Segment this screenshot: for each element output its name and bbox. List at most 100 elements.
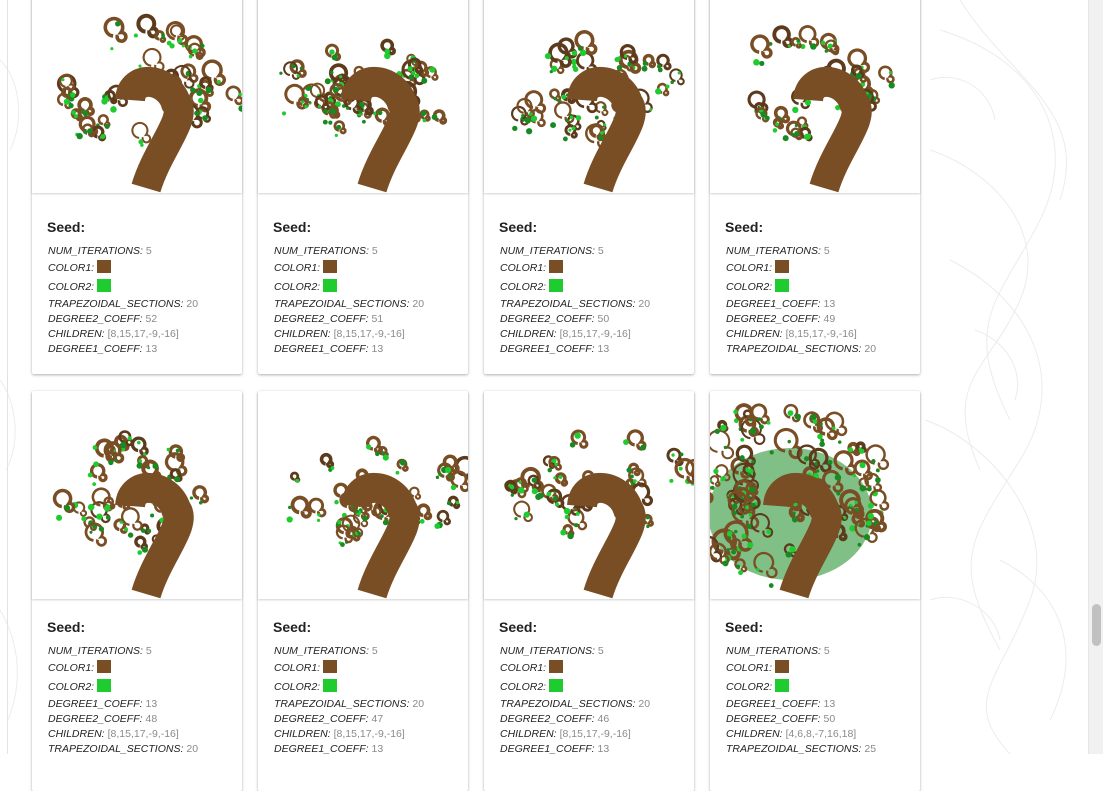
param-value: [8,15,17,-9,-16] [107, 728, 179, 740]
param-row: NUM_ITERATIONS: 5 [274, 644, 460, 659]
param-row: COLOR1: [726, 659, 912, 678]
param-name: DEGREE2_COEFF: [500, 713, 595, 725]
tree-image [32, 391, 242, 599]
param-row: COLOR2: [726, 278, 912, 297]
param-name: CHILDREN: [48, 728, 105, 740]
tree-image [484, 391, 694, 599]
param-name: CHILDREN: [274, 328, 331, 340]
color-swatch [775, 279, 790, 292]
tree-drawing [504, 429, 694, 599]
param-name: NUM_ITERATIONS: [274, 645, 369, 657]
param-name: COLOR1: [48, 662, 95, 674]
param-name: COLOR1: [726, 262, 773, 274]
param-value: 20 [638, 298, 651, 310]
tree-card: Seed: NUM_ITERATIONS: 5 COLOR1: COLOR2: TRAPE… [258, 391, 468, 791]
tree-drawing [747, 25, 895, 193]
param-value: [8,15,17,-9,-16] [333, 728, 405, 740]
color-swatch [97, 260, 112, 273]
param-row: TRAPEZOIDAL_SECTIONS: 25 [726, 742, 912, 757]
param-row: NUM_ITERATIONS: 5 [48, 644, 234, 659]
param-row: NUM_ITERATIONS: 5 [274, 244, 460, 259]
card-content: Seed: NUM_ITERATIONS: 5 COLOR1: COLOR2: TRAPE… [499, 219, 686, 357]
param-name: TRAPEZOIDAL_SECTIONS: [274, 298, 410, 310]
param-value: 5 [371, 645, 378, 657]
param-value: [8,15,17,-9,-16] [559, 728, 631, 740]
color-swatch [775, 660, 790, 673]
param-name: CHILDREN: [274, 728, 331, 740]
param-name: COLOR2: [726, 681, 773, 693]
tree-card: Seed: NUM_ITERATIONS: 5 COLOR1: COLOR2: TRAPE… [484, 0, 694, 374]
param-row: COLOR2: [500, 678, 686, 697]
card-content: Seed: NUM_ITERATIONS: 5 COLOR1: COLOR2: TRAPE… [273, 619, 460, 757]
param-row: DEGREE1_COEFF: 13 [500, 342, 686, 357]
param-name: NUM_ITERATIONS: [274, 245, 369, 257]
param-row: TRAPEZOIDAL_SECTIONS: 20 [48, 742, 234, 757]
param-row: DEGREE1_COEFF: 13 [274, 742, 460, 757]
param-row: COLOR2: [726, 678, 912, 697]
tree-card: Seed: NUM_ITERATIONS: 5 COLOR1: COLOR2: TRAPE… [32, 0, 242, 374]
tree-card: Seed: NUM_ITERATIONS: 5 COLOR1: COLOR2: DEGRE… [710, 391, 920, 791]
tree-drawing [279, 38, 448, 193]
param-name: DEGREE1_COEFF: [48, 343, 143, 355]
param-row: DEGREE1_COEFF: 13 [48, 342, 234, 357]
param-value: 50 [823, 713, 836, 725]
param-name: DEGREE2_COEFF: [48, 713, 143, 725]
param-row: DEGREE2_COEFF: 50 [726, 712, 912, 727]
param-name: DEGREE1_COEFF: [726, 698, 821, 710]
param-name: NUM_ITERATIONS: [500, 645, 595, 657]
param-name: CHILDREN: [726, 728, 783, 740]
color-swatch [549, 660, 564, 673]
param-row: DEGREE2_COEFF: 52 [48, 312, 234, 327]
param-name: COLOR2: [48, 681, 95, 693]
param-value: [4,6,8,-7,16,18] [785, 728, 857, 740]
card-content: Seed: NUM_ITERATIONS: 5 COLOR1: COLOR2: TRAPE… [47, 219, 234, 357]
param-name: DEGREE1_COEFF: [726, 298, 821, 310]
tree-drawing [286, 435, 468, 599]
param-row: DEGREE2_COEFF: 49 [726, 312, 912, 327]
param-row: TRAPEZOIDAL_SECTIONS: 20 [500, 297, 686, 312]
param-name: DEGREE1_COEFF: [274, 743, 369, 755]
tree-trunk [341, 67, 420, 193]
param-row: COLOR1: [726, 259, 912, 278]
param-value: 48 [145, 713, 158, 725]
card-content: Seed: NUM_ITERATIONS: 5 COLOR1: COLOR2: DEGRE… [47, 619, 234, 757]
param-value: 50 [597, 313, 610, 325]
param-row: DEGREE1_COEFF: 13 [274, 342, 460, 357]
param-name: NUM_ITERATIONS: [500, 245, 595, 257]
color-swatch [97, 660, 112, 673]
param-value: 13 [145, 343, 158, 355]
param-value: 5 [371, 245, 378, 257]
param-name: CHILDREN: [726, 328, 783, 340]
tree-trunk [793, 67, 872, 193]
tree-card: Seed: NUM_ITERATIONS: 5 COLOR1: COLOR2: DEGRE… [710, 0, 920, 374]
color-swatch [549, 260, 564, 273]
color-swatch [323, 660, 338, 673]
param-row: DEGREE2_COEFF: 46 [500, 712, 686, 727]
seed-label: Seed: [273, 619, 312, 635]
param-row: DEGREE1_COEFF: 13 [48, 697, 234, 712]
param-value: [8,15,17,-9,-16] [107, 328, 179, 340]
param-row: TRAPEZOIDAL_SECTIONS: 20 [274, 297, 460, 312]
left-divider [7, 0, 8, 754]
param-value: 13 [145, 698, 158, 710]
tree-drawing [56, 13, 242, 193]
vertical-scrollbar[interactable] [1088, 0, 1103, 754]
param-value: 25 [864, 743, 877, 755]
param-name: TRAPEZOIDAL_SECTIONS: [48, 298, 184, 310]
tree-image [258, 391, 468, 599]
param-row: DEGREE2_COEFF: 51 [274, 312, 460, 327]
param-name: COLOR2: [500, 681, 547, 693]
param-name: NUM_ITERATIONS: [48, 645, 143, 657]
param-name: DEGREE2_COEFF: [726, 713, 821, 725]
param-name: TRAPEZOIDAL_SECTIONS: [726, 343, 862, 355]
param-value: 5 [597, 645, 604, 657]
seed-label: Seed: [725, 219, 764, 235]
param-name: COLOR1: [274, 262, 321, 274]
color-swatch [549, 679, 564, 692]
param-value: [8,15,17,-9,-16] [785, 328, 857, 340]
param-row: CHILDREN: [8,15,17,-9,-16] [48, 727, 234, 742]
param-name: NUM_ITERATIONS: [726, 645, 821, 657]
param-name: DEGREE1_COEFF: [274, 343, 369, 355]
param-name: CHILDREN: [500, 728, 557, 740]
scrollbar-thumb[interactable] [1092, 604, 1101, 646]
